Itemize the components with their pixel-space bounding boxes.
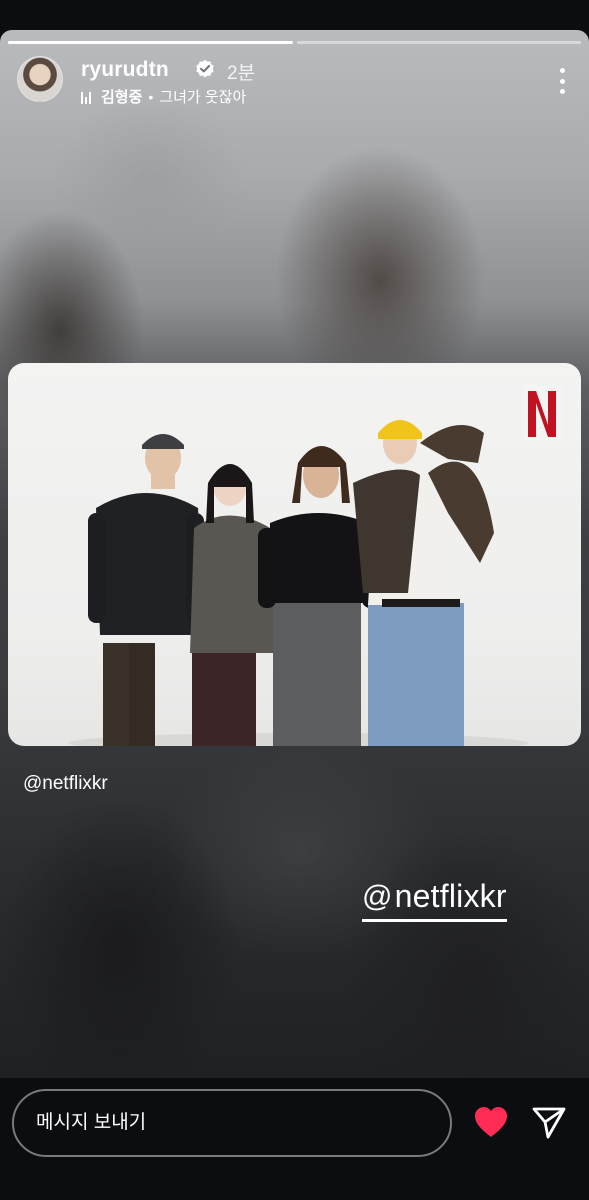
music-title: 그녀가 웃잖아 xyxy=(159,89,247,106)
story-progress-bar xyxy=(8,41,581,44)
message-input[interactable] xyxy=(12,1089,452,1157)
netflix-logo-icon xyxy=(523,385,563,441)
progress-segment xyxy=(8,41,293,44)
story-viewer[interactable]: ryurudtn 2분 김형중 • 그녀가 웃잖아 @netflixkr @ n… xyxy=(0,30,589,1078)
story-header: ryurudtn 2분 김형중 • 그녀가 웃잖아 xyxy=(17,56,569,106)
music-info[interactable]: 김형중 • 그녀가 웃잖아 xyxy=(81,86,246,107)
heart-icon[interactable] xyxy=(473,1105,509,1139)
verified-badge-icon xyxy=(196,59,214,78)
username[interactable]: ryurudtn xyxy=(81,58,169,82)
mention-sticker-label: netflixkr xyxy=(394,878,507,914)
group-photo-image xyxy=(68,385,563,746)
avatar[interactable] xyxy=(17,56,63,102)
post-caption[interactable]: @netflixkr xyxy=(23,773,108,795)
reply-bar xyxy=(0,1078,589,1200)
send-icon[interactable] xyxy=(531,1105,567,1139)
person-1 xyxy=(88,434,204,746)
post-time: 2분 xyxy=(227,63,256,84)
music-artist: 김형중 xyxy=(101,89,143,106)
shared-post-photo[interactable] xyxy=(8,363,581,746)
music-separator: • xyxy=(148,88,154,105)
progress-segment xyxy=(296,41,581,44)
more-options-icon[interactable] xyxy=(555,68,569,94)
music-bars-icon xyxy=(81,90,95,104)
mention-sticker[interactable]: @ netflixkr xyxy=(362,878,507,922)
person-4 xyxy=(353,420,494,746)
threads-icon: @ xyxy=(362,879,393,913)
